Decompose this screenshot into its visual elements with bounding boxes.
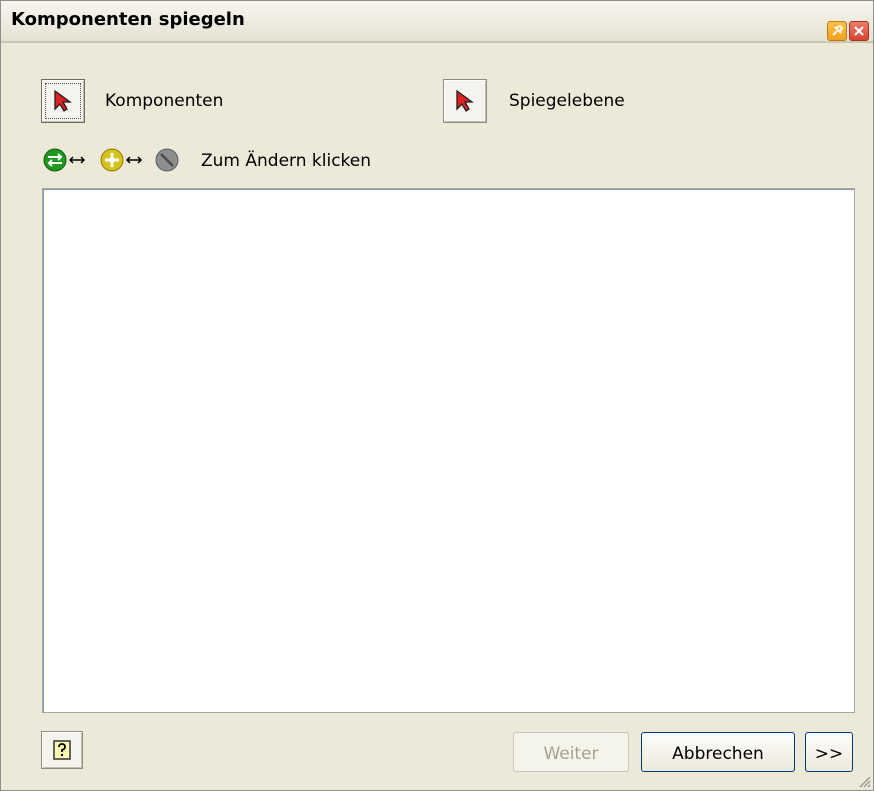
close-icon [854,26,864,36]
close-button[interactable] [849,21,869,41]
mirror-plane-label: Spiegelebene [509,91,625,111]
more-options-button[interactable]: >> [805,732,853,772]
reuse-status-icon[interactable] [100,148,124,172]
dialog-title: Komponenten spiegeln [11,9,245,30]
components-listbox[interactable] [42,188,855,713]
select-pointer-icon [456,90,474,112]
mirror-components-dialog: Komponenten spiegeln Komponenten Spiegel… [0,0,874,791]
select-pointer-icon [54,90,72,112]
help-icon [53,740,71,760]
mirror-status-icon[interactable] [43,148,67,172]
cancel-button[interactable]: Abbrechen [641,732,795,772]
components-label: Komponenten [105,91,224,111]
pin-icon [832,24,844,36]
next-button[interactable]: Weiter [513,732,629,772]
swap-arrow-icon [68,156,86,164]
title-bar[interactable]: Komponenten spiegeln [1,1,873,43]
components-select-button[interactable] [41,79,85,123]
exclude-status-icon[interactable] [155,148,179,172]
mirror-plane-select-button[interactable] [443,79,487,123]
swap-arrow-icon [125,156,143,164]
status-hint: Zum Ändern klicken [201,151,372,171]
help-button[interactable] [41,731,83,769]
pin-button[interactable] [827,21,847,41]
resize-grip-icon[interactable] [857,774,871,788]
